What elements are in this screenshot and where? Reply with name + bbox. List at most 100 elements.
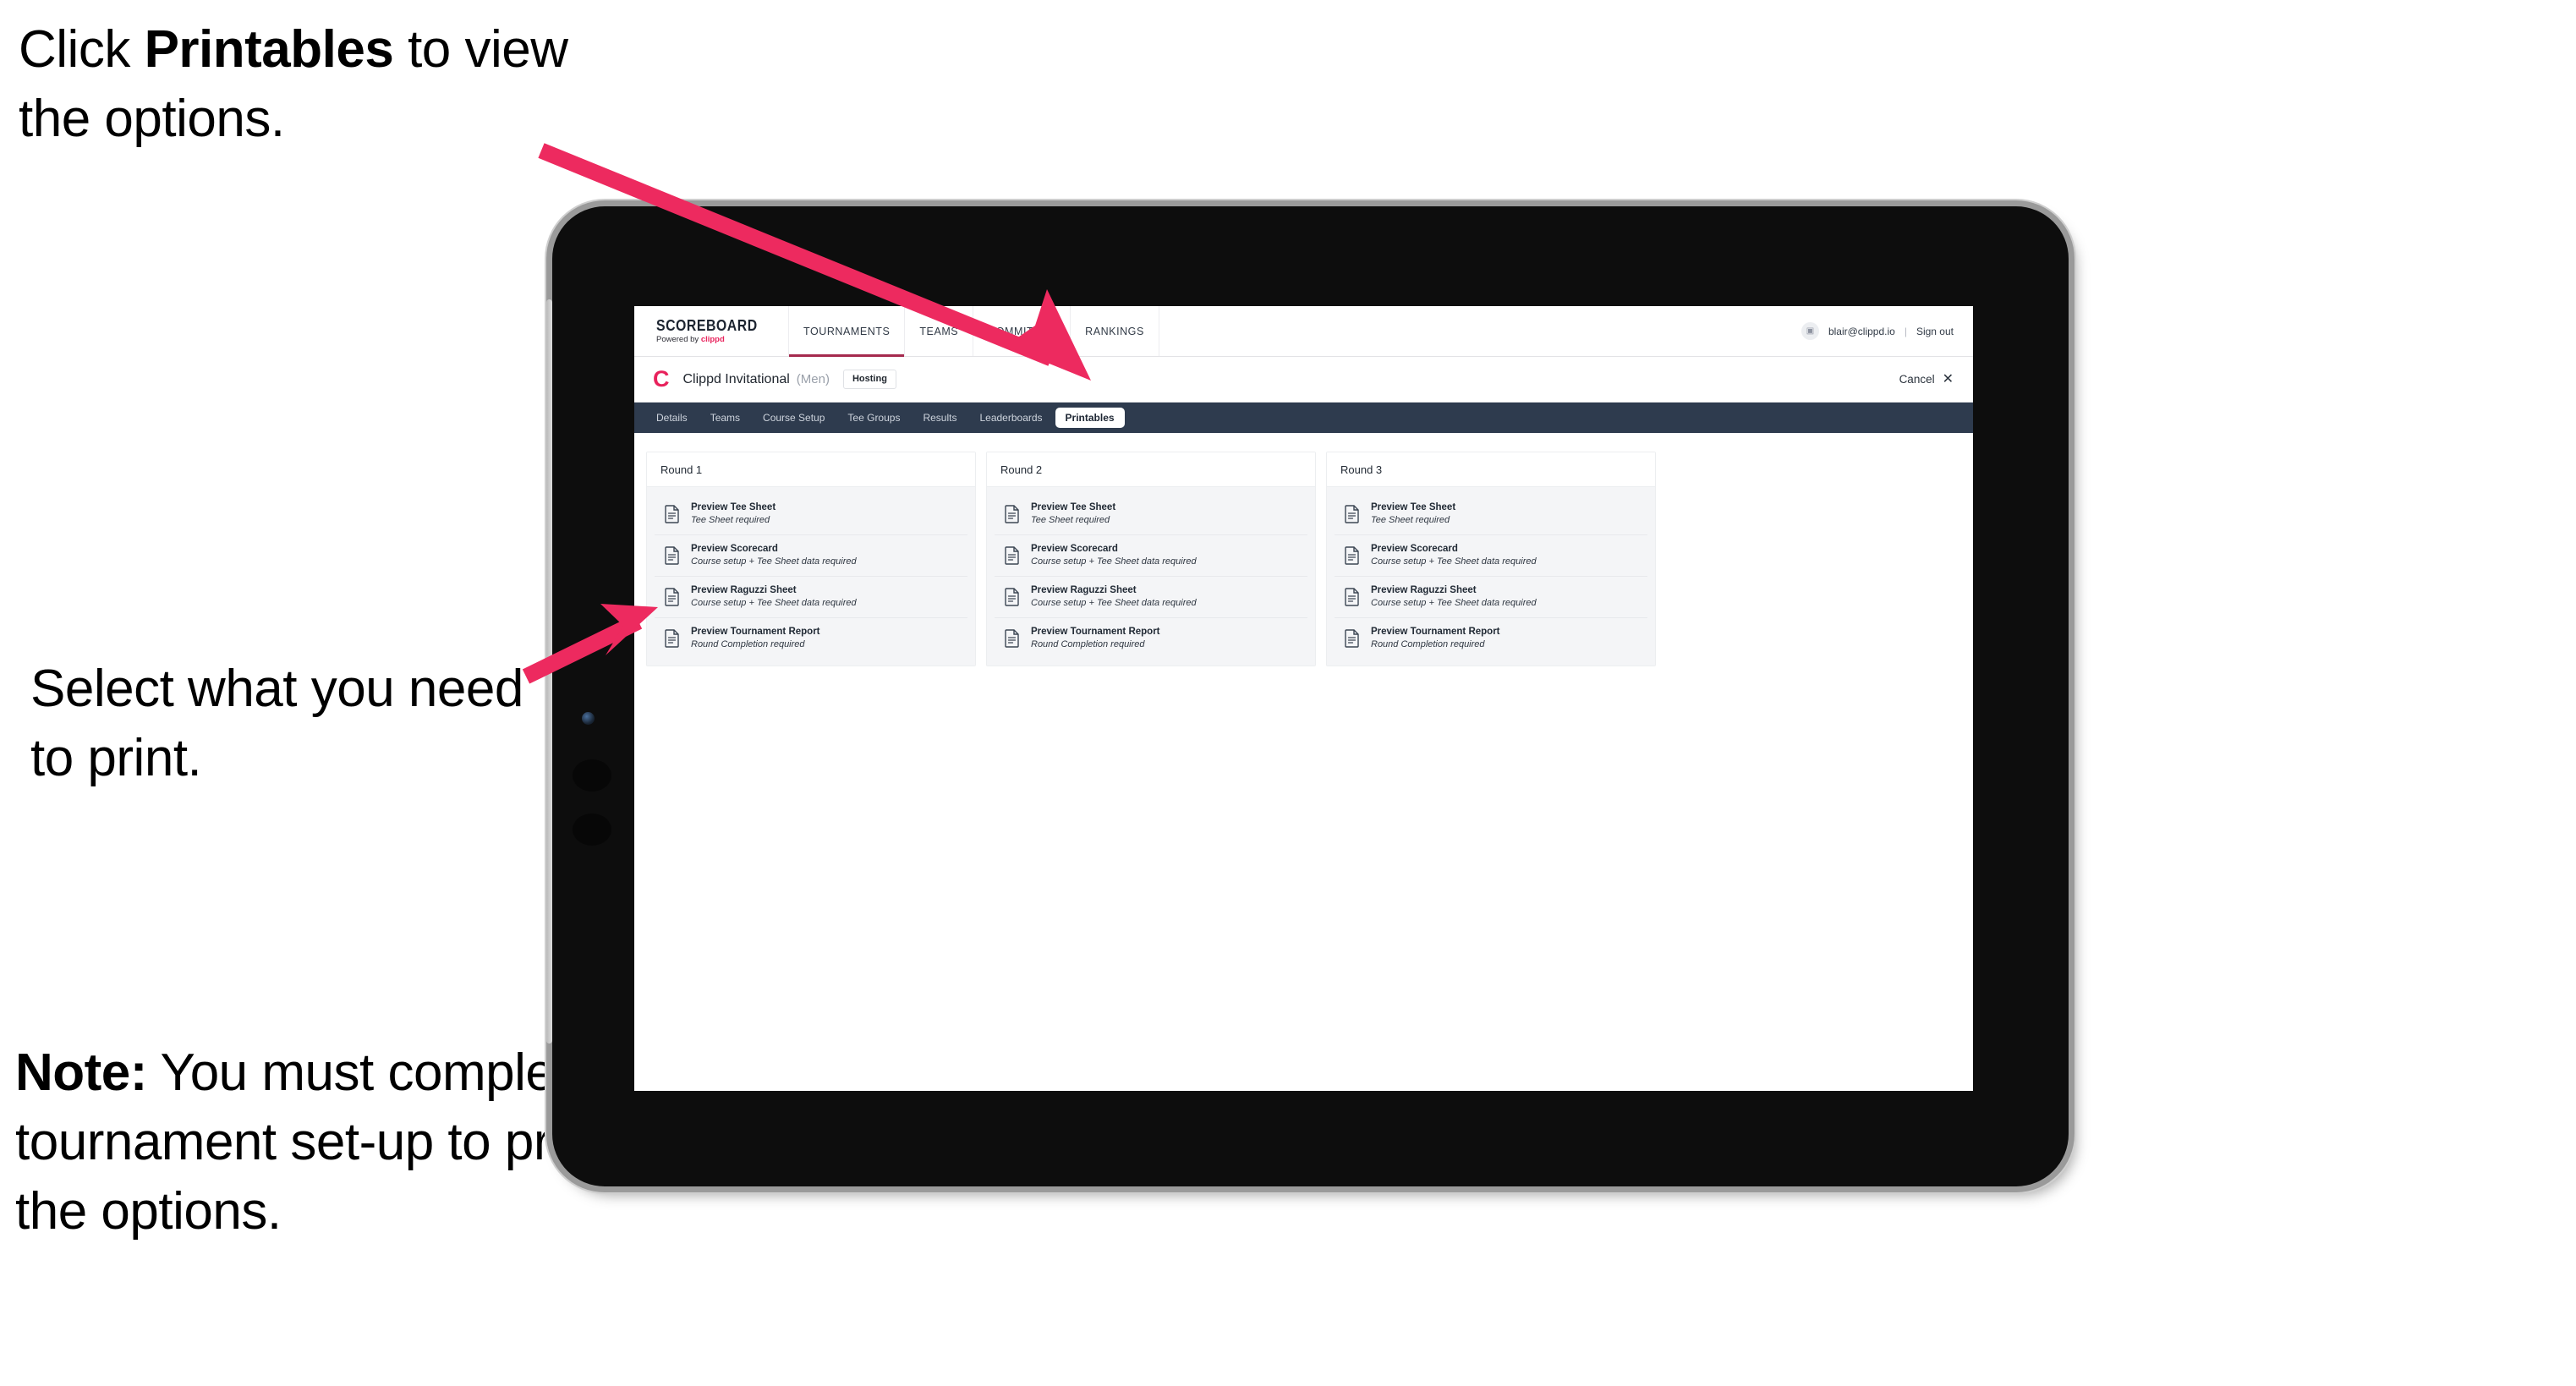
annotation-top-bold: Printables xyxy=(144,20,394,79)
tab-leaderboards[interactable]: Leaderboards xyxy=(969,408,1052,428)
tab-tee-groups-label: Tee Groups xyxy=(847,412,901,424)
brand-logo[interactable]: SCOREBOARD Powered by clippd xyxy=(634,306,790,356)
clippd-c-logo-icon: C xyxy=(653,366,670,392)
printable-text: Preview Tee Sheet Tee Sheet required xyxy=(691,502,776,526)
tab-details[interactable]: Details xyxy=(646,408,698,428)
printable-requirement: Round Completion required xyxy=(691,638,805,649)
document-icon xyxy=(1005,505,1019,523)
document-icon xyxy=(1005,587,1019,606)
printable-row[interactable]: Preview Tee Sheet Tee Sheet required xyxy=(655,494,967,535)
document-icon xyxy=(665,628,679,648)
printable-row[interactable]: Preview Raguzzi Sheet Course setup + Tee… xyxy=(655,576,967,618)
printable-title: Preview Scorecard xyxy=(1031,543,1118,554)
tab-leaderboards-label: Leaderboards xyxy=(979,412,1043,424)
document-icon xyxy=(665,505,679,523)
printable-text: Preview Raguzzi Sheet Course setup + Tee… xyxy=(1371,585,1537,609)
tournament-name: Clippd Invitational xyxy=(682,371,790,386)
hosting-badge: Hosting xyxy=(842,370,896,389)
printable-requirement: Course setup + Tee Sheet data required xyxy=(1031,597,1197,608)
printable-requirement: Course setup + Tee Sheet data required xyxy=(691,597,857,608)
printable-requirement: Course setup + Tee Sheet data required xyxy=(1371,556,1537,567)
printable-row[interactable]: Preview Scorecard Course setup + Tee She… xyxy=(995,534,1307,577)
printables-rounds-area: Round 1 Preview Tee Sheet Tee Sheet requ… xyxy=(634,433,1973,667)
printable-requirement: Round Completion required xyxy=(1031,638,1145,649)
printable-row[interactable]: Preview Tee Sheet Tee Sheet required xyxy=(995,494,1307,535)
printable-row[interactable]: Preview Tournament Report Round Completi… xyxy=(1335,617,1647,659)
printable-requirement: Tee Sheet required xyxy=(1371,515,1450,526)
sign-out-link[interactable]: Sign out xyxy=(1916,326,1954,337)
printable-text: Preview Tee Sheet Tee Sheet required xyxy=(1371,502,1455,526)
annotation-note-bold: Note: xyxy=(15,1044,147,1102)
printable-title: Preview Tee Sheet xyxy=(1031,502,1116,512)
document-icon xyxy=(1345,546,1359,565)
document-icon xyxy=(1005,628,1019,648)
avatar[interactable]: ▣ xyxy=(1800,322,1819,340)
printable-row[interactable]: Preview Tee Sheet Tee Sheet required xyxy=(1335,494,1647,535)
avatar-glyph: ▣ xyxy=(1806,326,1815,336)
nav-item-tournaments[interactable]: TOURNAMENTS xyxy=(789,306,906,357)
printable-text: Preview Scorecard Course setup + Tee She… xyxy=(1031,544,1197,567)
printable-title: Preview Tee Sheet xyxy=(691,502,776,512)
tab-course-setup[interactable]: Course Setup xyxy=(753,408,835,428)
cancel-label: Cancel xyxy=(1899,373,1935,386)
tablet-side-rail xyxy=(546,299,552,1044)
printable-text: Preview Scorecard Course setup + Tee She… xyxy=(691,544,857,567)
tab-printables-label: Printables xyxy=(1065,412,1115,424)
tab-printables[interactable]: Printables xyxy=(1055,408,1125,428)
printable-row[interactable]: Preview Scorecard Course setup + Tee She… xyxy=(655,534,967,577)
printable-title: Preview Tournament Report xyxy=(1371,626,1500,637)
printable-row[interactable]: Preview Tournament Report Round Completi… xyxy=(655,617,967,659)
tab-results-label: Results xyxy=(923,412,957,424)
printable-row[interactable]: Preview Raguzzi Sheet Course setup + Tee… xyxy=(995,576,1307,618)
printable-text: Preview Tournament Report Round Completi… xyxy=(691,627,820,650)
tab-course-setup-label: Course Setup xyxy=(763,412,825,424)
cancel-button[interactable]: Cancel ✕ xyxy=(1899,371,1954,386)
round-column: Round 1 Preview Tee Sheet Tee Sheet requ… xyxy=(646,452,976,667)
nav-item-committee[interactable]: COMMITTEE xyxy=(973,306,1072,356)
browser-viewport: SCOREBOARD Powered by clippd TOURNAMENTS… xyxy=(634,306,1973,1091)
printable-row[interactable]: Preview Raguzzi Sheet Course setup + Tee… xyxy=(1335,576,1647,618)
close-icon: ✕ xyxy=(1942,371,1954,386)
nav-item-teams[interactable]: TEAMS xyxy=(905,306,974,356)
printable-requirement: Course setup + Tee Sheet data required xyxy=(1371,597,1537,608)
section-tab-bar: Details Teams Course Setup Tee Groups Re… xyxy=(634,403,1973,433)
printable-text: Preview Raguzzi Sheet Course setup + Tee… xyxy=(1031,585,1197,609)
round-title: Round 3 xyxy=(1327,452,1655,487)
printable-title: Preview Scorecard xyxy=(1371,543,1458,554)
tournament-header: C Clippd Invitational (Men) Hosting Canc… xyxy=(634,357,1973,403)
annotation-top-pre: Click xyxy=(19,20,145,79)
printable-text: Preview Tournament Report Round Completi… xyxy=(1371,627,1500,650)
nav-item-rankings[interactable]: RANKINGS xyxy=(1071,306,1159,356)
annotation-top: Click Printables to view the options. xyxy=(19,15,577,154)
brand-sub-prefix: Powered by xyxy=(656,335,701,345)
printable-title: Preview Raguzzi Sheet xyxy=(1031,584,1137,595)
user-divider: | xyxy=(1904,325,1907,337)
user-email: blair@clippd.io xyxy=(1828,325,1895,337)
tab-details-label: Details xyxy=(656,412,688,424)
round-title: Round 2 xyxy=(987,452,1315,487)
round-items-list: Preview Tee Sheet Tee Sheet required Pre… xyxy=(987,487,1315,666)
printable-text: Preview Tournament Report Round Completi… xyxy=(1031,627,1160,650)
brand-title: SCOREBOARD xyxy=(656,317,758,335)
document-icon xyxy=(1345,505,1359,523)
document-icon xyxy=(665,587,679,606)
tab-tee-groups[interactable]: Tee Groups xyxy=(837,408,910,428)
brand-subtitle: Powered by clippd xyxy=(656,336,771,344)
round-items-list: Preview Tee Sheet Tee Sheet required Pre… xyxy=(1327,487,1655,666)
tab-teams[interactable]: Teams xyxy=(700,408,750,428)
tab-results[interactable]: Results xyxy=(913,408,967,428)
printable-requirement: Round Completion required xyxy=(1371,638,1485,649)
printable-row[interactable]: Preview Scorecard Course setup + Tee She… xyxy=(1335,534,1647,577)
printable-title: Preview Tee Sheet xyxy=(1371,502,1456,512)
printable-requirement: Course setup + Tee Sheet data required xyxy=(1031,556,1197,567)
annotation-middle-text: Select what you need to print. xyxy=(30,660,523,787)
camera-icon xyxy=(582,712,595,725)
volume-down-button[interactable] xyxy=(573,814,611,846)
document-icon xyxy=(665,546,679,565)
volume-up-button[interactable] xyxy=(573,759,611,792)
printable-row[interactable]: Preview Tournament Report Round Completi… xyxy=(995,617,1307,659)
printable-title: Preview Raguzzi Sheet xyxy=(1371,584,1477,595)
round-items-list: Preview Tee Sheet Tee Sheet required Pre… xyxy=(647,487,975,666)
printable-title: Preview Tournament Report xyxy=(1031,626,1160,637)
